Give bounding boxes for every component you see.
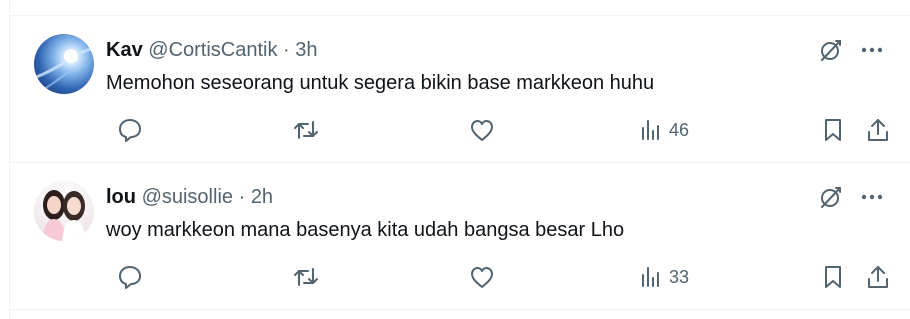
user-handle[interactable]: @CortisCantik <box>148 39 277 61</box>
tweet[interactable]: lou @suisollie · 2h woy markkeon mana ba… <box>10 163 910 309</box>
tweet-text: woy markkeon mana basenya kita udah bang… <box>106 219 625 241</box>
tweet[interactable]: Kav @CortisCantik · 3h Memohon seseorang… <box>10 16 910 162</box>
divider <box>10 309 910 310</box>
views-count: 46 <box>669 119 690 140</box>
views-icon <box>637 116 665 144</box>
views-stat[interactable]: 46 <box>637 116 689 144</box>
tweet-header: lou @suisollie · 2h <box>106 185 273 209</box>
avatar[interactable] <box>34 181 94 241</box>
user-handle[interactable]: @suisollie <box>142 186 233 208</box>
tweet-header: Kav @CortisCantik · 3h <box>106 38 318 62</box>
display-name[interactable]: Kav <box>106 39 143 61</box>
views-icon <box>637 263 665 291</box>
bookmark-icon[interactable] <box>819 263 847 291</box>
like-icon[interactable] <box>468 263 496 291</box>
avatar[interactable] <box>34 34 94 94</box>
share-icon[interactable] <box>864 116 892 144</box>
display-name[interactable]: lou <box>106 186 136 208</box>
views-count: 33 <box>669 266 690 287</box>
timestamp[interactable]: 3h <box>295 39 317 61</box>
grok-icon[interactable] <box>817 36 845 64</box>
share-icon[interactable] <box>864 263 892 291</box>
tweet-text: Memohon seseorang untuk segera bikin bas… <box>106 72 655 94</box>
more-icon[interactable] <box>858 36 886 64</box>
separator-dot: · <box>283 39 290 61</box>
views-stat[interactable]: 33 <box>637 263 689 291</box>
retweet-icon[interactable] <box>292 263 320 291</box>
retweet-icon[interactable] <box>292 116 320 144</box>
grok-icon[interactable] <box>817 183 845 211</box>
bookmark-icon[interactable] <box>819 116 847 144</box>
timeline-feed: Kav @CortisCantik · 3h Memohon seseorang… <box>9 0 910 319</box>
reply-icon[interactable] <box>116 116 144 144</box>
like-icon[interactable] <box>468 116 496 144</box>
reply-icon[interactable] <box>116 263 144 291</box>
timestamp[interactable]: 2h <box>251 186 273 208</box>
separator-dot: · <box>238 186 246 208</box>
more-icon[interactable] <box>858 183 886 211</box>
